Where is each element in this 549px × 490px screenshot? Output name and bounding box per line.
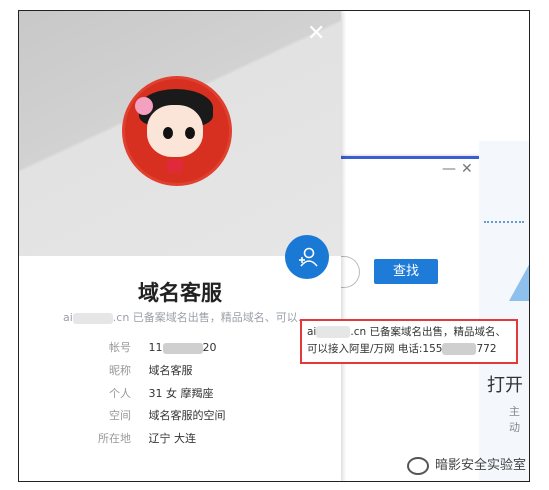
field-value: 辽宁 大连: [148, 432, 197, 445]
heart-icon: [167, 159, 183, 173]
field-nickname: 昵称 域名客服: [79, 362, 339, 378]
field-label: 所在地: [98, 432, 131, 445]
field-value: 11 20: [148, 341, 217, 354]
field-label: 空间: [109, 409, 131, 422]
open-subtext: 主动: [509, 405, 520, 434]
avatar-eye: [163, 127, 173, 139]
minimize-button[interactable]: —: [442, 161, 456, 177]
tooltip-line1: ai .cn 已备案域名出售，精品域名、: [307, 326, 506, 338]
field-location: 所在地 辽宁 大连: [79, 430, 339, 446]
profile-signature: ai .cn 已备案域名出售，精品域名、可以...: [63, 309, 308, 325]
field-label: 昵称: [109, 364, 131, 377]
field-label: 个人: [109, 387, 131, 400]
open-heading: 打开: [487, 375, 523, 396]
window-close-button[interactable]: ✕: [461, 161, 473, 177]
field-space[interactable]: 空间 域名客服的空间: [79, 407, 339, 423]
profile-name: 域名客服: [138, 281, 222, 305]
tooltip-line2: 可以接入阿里/万网 电话:155 772: [307, 343, 497, 355]
avatar[interactable]: [122, 76, 232, 186]
signature-rest: .cn 已备案域名出售，精品域名、可以...: [112, 311, 309, 324]
field-value: 域名客服: [148, 364, 193, 377]
screenshot-frame: — ✕ 查找 打开 主动 ✕ 域名客服 ai .cn 已备案域名出售，精品域名、…: [18, 10, 530, 482]
add-friend-button[interactable]: [285, 235, 329, 279]
dotted-decoration: [484, 221, 524, 225]
add-friend-icon: [299, 247, 318, 267]
redacted-text: [316, 326, 351, 338]
redacted-text: [442, 343, 477, 355]
field-personal: 个人 31 女 摩羯座: [79, 385, 339, 401]
avatar-eye: [185, 127, 195, 139]
field-value: 31 女 摩羯座: [148, 387, 214, 400]
redacted-text: [162, 342, 203, 354]
close-icon[interactable]: ✕: [307, 23, 325, 45]
watermark: 暗影安全实验室: [407, 454, 526, 475]
triangle-decoration: [509, 261, 529, 301]
redacted-text: [72, 312, 113, 324]
wechat-icon: [407, 456, 429, 475]
field-label: 帐号: [109, 341, 131, 354]
field-value[interactable]: 域名客服的空间: [149, 409, 226, 422]
signature-tooltip: ai .cn 已备案域名出售，精品域名、 可以接入阿里/万网 电话:155 772: [300, 319, 518, 364]
signature-start: ai: [63, 311, 73, 324]
search-button[interactable]: 查找: [374, 259, 438, 284]
profile-card: ✕ 域名客服 ai .cn 已备案域名出售，精品域名、可以... 帐号 11 20: [19, 11, 341, 481]
flower-icon: [135, 97, 153, 115]
